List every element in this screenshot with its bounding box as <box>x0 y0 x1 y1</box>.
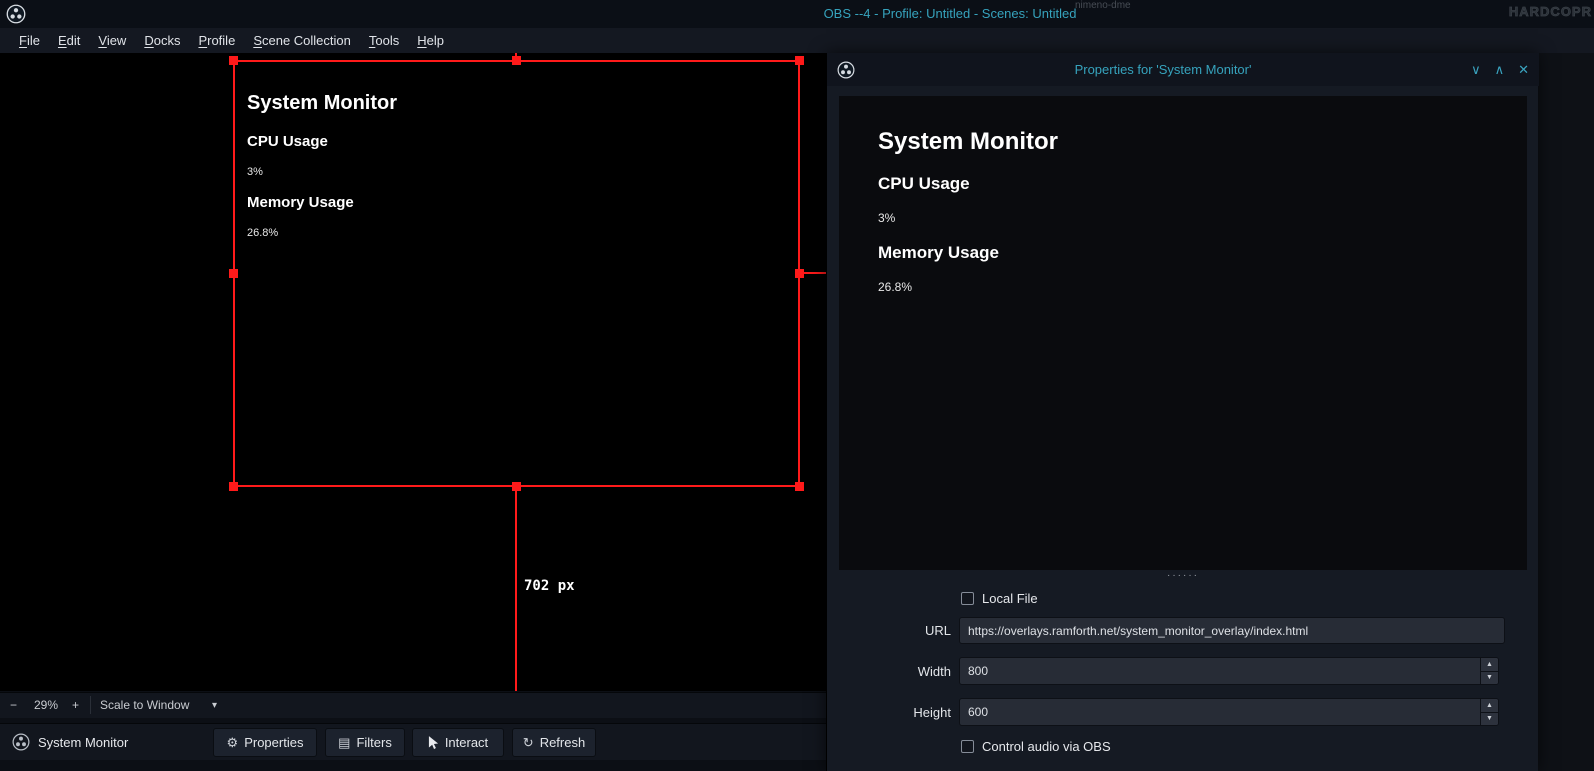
width-spin-down-icon[interactable]: ▼ <box>1481 672 1498 685</box>
zoom-out-button[interactable]: − <box>10 698 17 712</box>
menu-docks[interactable]: Docks <box>135 30 189 51</box>
watermark-text: HARDCOPR <box>1509 4 1592 19</box>
url-input[interactable] <box>959 617 1505 644</box>
properties-button[interactable]: ⚙ Properties <box>213 728 317 757</box>
selection-measure-line <box>515 487 517 691</box>
properties-button-label: Properties <box>244 735 303 750</box>
height-label: Height <box>827 705 951 720</box>
width-spin-up-icon[interactable]: ▲ <box>1481 658 1498 672</box>
main-area: System Monitor CPU Usage 3% Memory Usage… <box>0 53 826 771</box>
interact-button[interactable]: Interact <box>412 728 504 757</box>
menu-scene-collection[interactable]: Scene Collection <box>244 30 360 51</box>
selection-handle-top-right[interactable] <box>795 56 804 65</box>
background-artifact-text: nimeno-dme <box>1075 0 1131 11</box>
local-file-row: Local File <box>961 591 1038 606</box>
selection-handle-top-left[interactable] <box>229 56 238 65</box>
properties-source-preview: System Monitor CPU Usage 3% Memory Usage… <box>839 96 1527 570</box>
height-spin-buttons: ▲ ▼ <box>1480 699 1498 725</box>
menu-tools[interactable]: Tools <box>360 30 408 51</box>
url-label: URL <box>827 623 951 638</box>
height-spin-down-icon[interactable]: ▼ <box>1481 713 1498 726</box>
preview-mem-label: Memory Usage <box>878 243 999 263</box>
menu-profile[interactable]: Profile <box>189 30 244 51</box>
window-title: OBS --4 - Profile: Untitled - Scenes: Un… <box>640 6 1260 21</box>
scale-mode-dropdown[interactable]: Scale to Window <box>100 698 189 712</box>
properties-dialog-titlebar[interactable]: Properties for 'System Monitor' ∨ ∧ ✕ <box>827 53 1539 86</box>
source-selection-rect[interactable] <box>233 60 800 487</box>
selection-guide-right <box>800 272 826 274</box>
dialog-expand-icon[interactable]: ∧ <box>1495 62 1505 78</box>
height-value[interactable]: 600 <box>960 705 1480 719</box>
width-spin-buttons: ▲ ▼ <box>1480 658 1498 684</box>
refresh-icon: ↻ <box>523 735 534 751</box>
filters-button[interactable]: ▤ Filters <box>325 728 405 757</box>
preview-overlay-title: System Monitor <box>878 128 1058 156</box>
selected-source-name[interactable]: System Monitor <box>38 735 128 750</box>
menu-edit[interactable]: Edit <box>49 30 89 51</box>
selection-measure-label: 702 px <box>524 578 575 594</box>
refresh-button[interactable]: ↻ Refresh <box>512 728 596 757</box>
dialog-close-icon[interactable]: ✕ <box>1518 62 1529 78</box>
selection-handle-bottom-right[interactable] <box>795 482 804 491</box>
properties-dialog-title: Properties for 'System Monitor' <box>855 62 1471 77</box>
selection-handle-top-center[interactable] <box>512 56 521 65</box>
scale-mode-caret-icon[interactable]: ▾ <box>212 700 217 711</box>
control-audio-label: Control audio via OBS <box>982 739 1111 754</box>
local-file-checkbox[interactable] <box>961 592 974 605</box>
filters-icon: ▤ <box>338 735 350 751</box>
local-file-label: Local File <box>982 591 1038 606</box>
menu-help[interactable]: Help <box>408 30 453 51</box>
menu-file[interactable]: File <box>10 30 49 51</box>
source-toolbar: System Monitor ⚙ Properties ▤ Filters In… <box>0 723 826 760</box>
selection-handle-bottom-left[interactable] <box>229 482 238 491</box>
zoom-in-button[interactable]: + <box>72 698 79 712</box>
height-stepper[interactable]: 600 ▲ ▼ <box>959 698 1499 726</box>
zoom-level-value: 29% <box>34 698 58 712</box>
menu-view[interactable]: View <box>89 30 135 51</box>
obs-dialog-logo-icon <box>837 61 855 79</box>
cursor-icon <box>428 736 439 750</box>
selection-handle-mid-left[interactable] <box>229 269 238 278</box>
menu-bar: File Edit View Docks Profile Scene Colle… <box>0 28 1594 53</box>
height-spin-up-icon[interactable]: ▲ <box>1481 699 1498 713</box>
preview-mem-value: 26.8% <box>878 280 912 294</box>
browser-source-icon <box>12 733 30 751</box>
control-audio-row: Control audio via OBS <box>961 739 1111 754</box>
obs-logo-icon <box>6 4 26 24</box>
dialog-collapse-icon[interactable]: ∨ <box>1471 62 1481 78</box>
preview-canvas[interactable]: System Monitor CPU Usage 3% Memory Usage… <box>0 53 826 691</box>
refresh-button-label: Refresh <box>540 735 586 750</box>
properties-dialog: Properties for 'System Monitor' ∨ ∧ ✕ Sy… <box>826 53 1538 771</box>
preview-cpu-label: CPU Usage <box>878 174 970 194</box>
filters-button-label: Filters <box>356 735 391 750</box>
width-value[interactable]: 800 <box>960 664 1480 678</box>
gear-icon: ⚙ <box>227 735 239 751</box>
obs-window: { "titlebar": { "title": "OBS --4 - Prof… <box>0 0 1594 771</box>
preview-cpu-value: 3% <box>878 211 895 225</box>
interact-button-label: Interact <box>445 735 488 750</box>
window-titlebar: OBS --4 - Profile: Untitled - Scenes: Un… <box>0 0 1594 28</box>
width-stepper[interactable]: 800 ▲ ▼ <box>959 657 1499 685</box>
zoom-toolbar: − 29% + Scale to Window ▾ <box>0 692 826 718</box>
control-audio-checkbox[interactable] <box>961 740 974 753</box>
preview-splitter-handle[interactable]: ······ <box>827 570 1539 581</box>
zoom-toolbar-divider <box>90 696 91 714</box>
width-label: Width <box>827 664 951 679</box>
